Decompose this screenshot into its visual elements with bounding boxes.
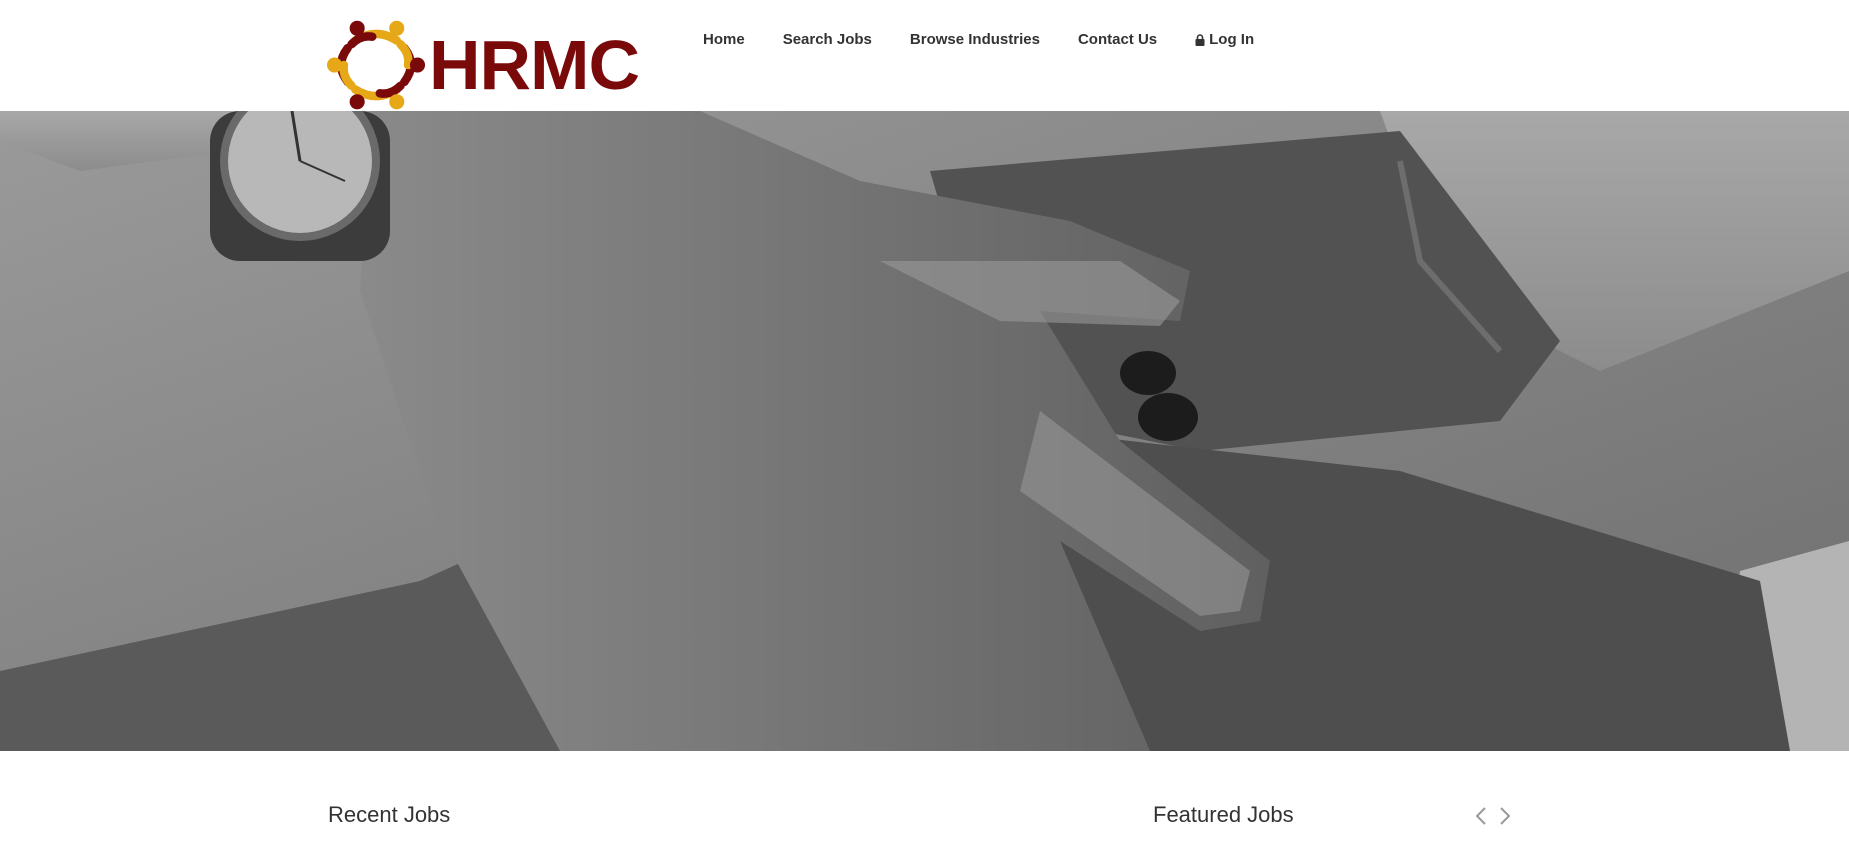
nav-browse-industries[interactable]: Browse Industries bbox=[891, 30, 1059, 50]
chevron-left-icon[interactable] bbox=[1473, 806, 1489, 826]
nav-home[interactable]: Home bbox=[684, 30, 764, 50]
main-nav: Home Search Jobs Browse Industries Conta… bbox=[684, 30, 1273, 50]
chevron-right-icon[interactable] bbox=[1497, 806, 1513, 826]
nav-log-in-label: Log In bbox=[1209, 31, 1255, 48]
hero-photo bbox=[0, 111, 1849, 751]
logo[interactable]: HRMC bbox=[327, 17, 640, 113]
hero-image bbox=[0, 111, 1849, 751]
nav-search-jobs[interactable]: Search Jobs bbox=[764, 30, 891, 50]
featured-carousel-controls bbox=[1473, 806, 1513, 826]
logo-mark-icon bbox=[327, 20, 426, 110]
nav-contact-us[interactable]: Contact Us bbox=[1059, 30, 1176, 50]
watch-icon bbox=[210, 111, 390, 261]
featured-jobs-title: Featured Jobs bbox=[1153, 802, 1294, 827]
nav-log-in[interactable]: Log In bbox=[1176, 30, 1273, 50]
recent-jobs-title: Recent Jobs bbox=[328, 802, 451, 827]
lock-icon bbox=[1195, 34, 1205, 46]
logo-text: HRMC bbox=[428, 26, 640, 104]
site-header: HRMC Home Search Jobs Browse Industries … bbox=[0, 0, 1849, 111]
